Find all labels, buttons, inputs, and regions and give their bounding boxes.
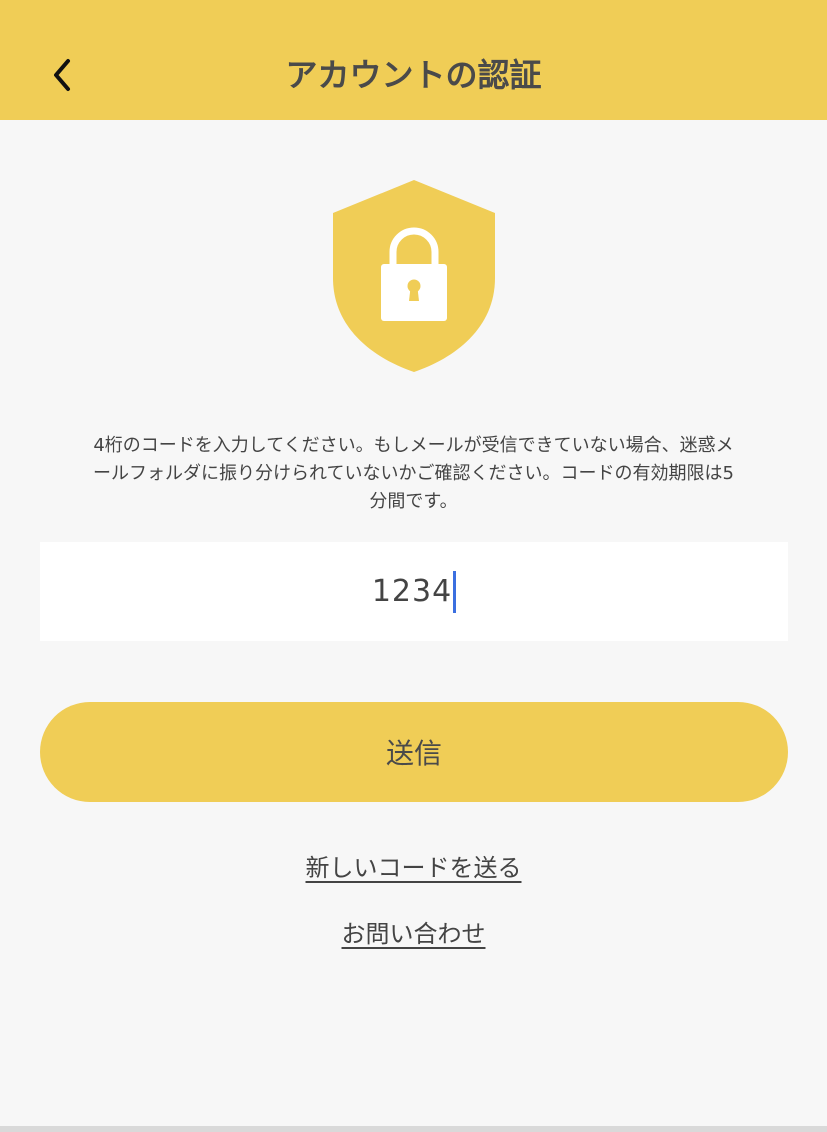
shield-lock-icon [333,180,495,372]
page-title: アカウントの認証 [285,56,542,94]
resend-code-link[interactable]: 新しいコードを送る [0,848,827,883]
code-value: 1234 [371,574,453,609]
submit-button[interactable]: 送信 [40,702,788,802]
bottom-bar [0,1126,827,1132]
instruction-text: 4桁のコードを入力してください。もしメールが受信できていない場合、迷惑メ ールフ… [93,435,734,512]
code-input[interactable]: 1234 [40,542,788,641]
contact-link[interactable]: お問い合わせ [0,914,827,949]
text-caret [453,570,457,613]
header-bar: アカウントの認証 [0,0,827,120]
verification-screen: アカウントの認証 4桁のコードを入力してください。もしメールが受信できていない場… [0,0,827,1132]
